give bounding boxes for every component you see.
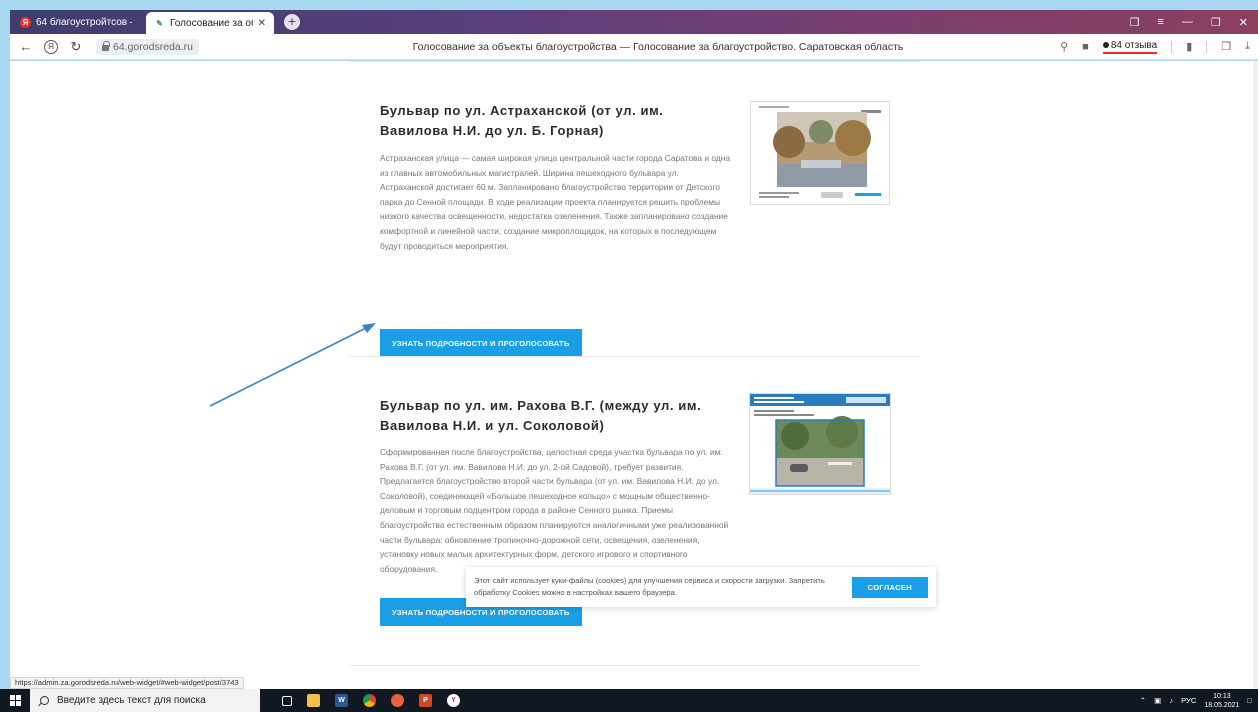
extensions-icon[interactable]: ❒	[1221, 40, 1231, 53]
file-explorer-icon[interactable]	[307, 694, 320, 707]
task-view-icon[interactable]	[282, 695, 292, 706]
chevron-up-icon[interactable]: ⌃	[1140, 696, 1146, 705]
address-bar[interactable]: 64.gorodsreda.ru	[96, 38, 199, 55]
reviews-label: 84 отзыва	[1110, 39, 1158, 51]
close-window-icon[interactable]: ✕	[1239, 16, 1248, 29]
cookie-text: Этот сайт использует куки-файлы (cookies…	[474, 576, 825, 597]
clock-date: 18.05.2021	[1204, 701, 1240, 709]
menu-icon[interactable]: ≡	[1157, 16, 1163, 29]
network-icon[interactable]: ▣	[1154, 696, 1161, 705]
cookie-accept-button[interactable]: СОГЛАСЕН	[851, 576, 928, 598]
powerpoint-icon[interactable]: P	[419, 694, 432, 707]
search-placeholder: Введите здесь текст для поиска	[57, 695, 206, 706]
yandex-favicon-icon: Я	[20, 16, 31, 28]
restore-icon[interactable]: ❐	[1211, 16, 1221, 29]
tab-active[interactable]: ✎ Голосование за объекты ✕	[146, 12, 274, 34]
yandex-home-icon[interactable]: Я	[44, 39, 58, 54]
system-tray: ⌃ ▣ ♪ РУС 10:13 18.05.2021 □	[1140, 692, 1258, 710]
reviews-dot-icon	[1102, 42, 1109, 48]
reviews-badge[interactable]: 84 отзыва	[1102, 39, 1158, 54]
key-icon[interactable]: ⚲	[1060, 40, 1068, 53]
search-icon	[40, 696, 49, 705]
new-tab-button[interactable]: +	[284, 14, 300, 30]
download-icon[interactable]: ⤓	[1245, 40, 1250, 53]
status-url: https://admin.za.gorodsreda.ru/web-widge…	[10, 677, 244, 689]
minimize-icon[interactable]: —	[1182, 16, 1193, 29]
cookie-banner: Этот сайт использует куки-файлы (cookies…	[466, 567, 936, 607]
tab-title: Голосование за объекты	[170, 17, 253, 29]
pinned-apps: W P Y	[282, 694, 460, 707]
site-favicon-icon: ✎	[156, 18, 163, 28]
separator	[1206, 40, 1208, 53]
tab-title: 64 благоустройтсов — Я	[36, 16, 132, 28]
close-tab-icon[interactable]: ✕	[258, 18, 266, 29]
notifications-icon[interactable]: □	[1247, 696, 1252, 705]
window-controls: ❐ ≡ — ❐ ✕	[1130, 16, 1258, 29]
reload-icon[interactable]: ↻	[64, 39, 88, 55]
windows-logo-icon	[9, 695, 21, 706]
app-icon[interactable]	[391, 694, 404, 707]
page-scrollbar[interactable]	[1253, 61, 1258, 689]
address-toolbar: ← Я ↻ 64.gorodsreda.ru Голосование за об…	[10, 34, 1258, 60]
clock[interactable]: 10:13 18.05.2021	[1204, 692, 1239, 710]
taskbar-search-input[interactable]: Введите здесь текст для поиска	[30, 689, 260, 712]
yandex-browser-icon[interactable]: Y	[447, 694, 460, 707]
bookmark-icon[interactable]: ▮	[1186, 40, 1192, 53]
language-indicator[interactable]: РУС	[1181, 696, 1196, 705]
volume-icon[interactable]: ♪	[1169, 696, 1173, 705]
start-button[interactable]	[0, 695, 30, 706]
back-arrow-icon[interactable]: ←	[14, 39, 38, 54]
lock-icon	[102, 41, 110, 51]
tab-inactive[interactable]: Я 64 благоустройтсов — Я	[12, 12, 140, 32]
chrome-icon[interactable]	[363, 694, 376, 707]
url-text: 64.gorodsreda.ru	[113, 40, 193, 53]
tab-bar: Я 64 благоустройтсов — Я ✎ Голосование з…	[10, 10, 1258, 34]
toolbar-actions: ⚲ ■ 84 отзыва ▮ ❒ ⤓	[1060, 40, 1258, 54]
clock-time: 10:13	[1213, 692, 1231, 700]
tabs-icon[interactable]: ❐	[1130, 16, 1140, 29]
word-icon[interactable]: W	[335, 694, 348, 707]
separator	[1171, 40, 1173, 53]
protect-icon[interactable]: ■	[1082, 41, 1089, 53]
windows-taskbar: Введите здесь текст для поиска W P Y ⌃ ▣…	[0, 689, 1258, 712]
